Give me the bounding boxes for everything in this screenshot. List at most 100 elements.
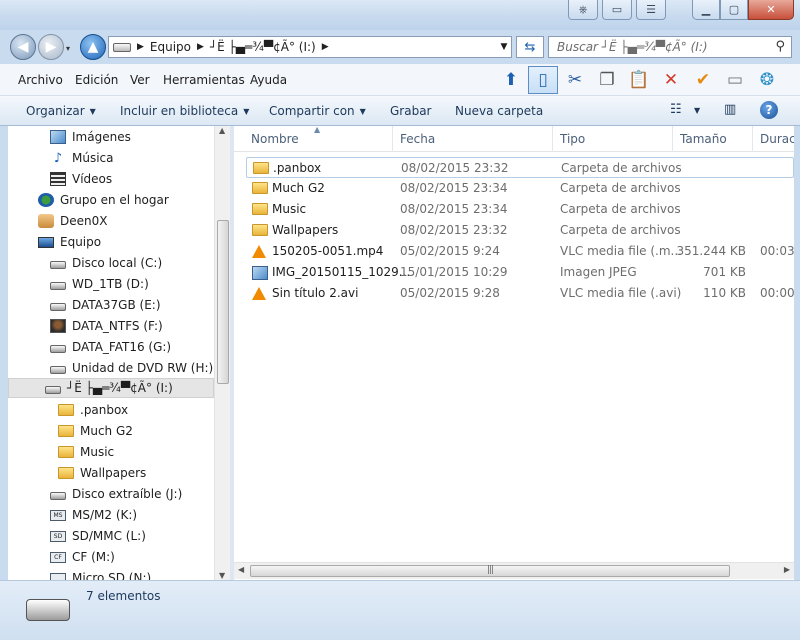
search-input[interactable]: Buscar ┘Ë ├▄═¾▀¢Ã° (I:) ⚲ [548,36,792,58]
nav-item-much-g2[interactable]: Much G2 [58,421,133,441]
nav-item-music-folder[interactable]: Music [58,442,114,462]
file-size: 351.244 KB [676,244,746,258]
column-name[interactable]: Nombre [251,132,299,146]
nav-item-drive-e[interactable]: DATA37GB (E:) [50,295,161,315]
up-button[interactable]: ▲ [80,34,106,60]
drive-photo-icon [50,319,66,333]
drive-icon [50,344,66,353]
nav-item-drive-h[interactable]: Unidad de DVD RW (H:) [50,358,213,378]
column-type[interactable]: Tipo [560,132,585,146]
nav-scroll-thumb[interactable] [217,220,229,384]
breadcrumb-separator-icon[interactable]: ▶ [322,42,329,52]
column-divider[interactable] [752,126,753,152]
menu-archivo[interactable]: Archivo [18,73,63,87]
pin-icon[interactable]: ⎈ [568,0,598,20]
file-type: Carpeta de archivos [560,181,681,195]
nav-item-drive-n[interactable]: Micro SD (N:) [50,568,151,580]
back-button[interactable]: ◀ [10,34,36,60]
refresh-button[interactable]: ⇆ [516,36,544,58]
search-icon[interactable]: ⚲ [775,39,785,54]
table-row[interactable]: Wallpapers 08/02/2015 23:32 Carpeta de a… [246,220,794,241]
maximize-button[interactable]: ▢ [720,0,748,20]
scroll-down-icon[interactable]: ▼ [219,571,225,580]
include-in-library-button[interactable]: Incluir en biblioteca ▼ [120,104,249,118]
nav-item-pictures[interactable]: Imágenes [50,127,131,147]
column-size[interactable]: Tamaño [680,132,727,146]
up-arrow-icon[interactable]: ⬆ [496,66,526,94]
chevron-down-icon[interactable]: ▼ [694,106,700,115]
paste-icon[interactable]: 📋 [624,66,654,94]
nav-item-wallpapers[interactable]: Wallpapers [58,463,146,483]
nav-item-drive-k[interactable]: MS MS/M2 (K:) [50,505,137,525]
forward-button[interactable]: ▶ [38,34,64,60]
table-row[interactable]: Much G2 08/02/2015 23:34 Carpeta de arch… [246,178,794,199]
column-divider[interactable] [392,126,393,152]
address-bar[interactable]: ▶ Equipo ▶ ┘Ë ├▄═¾▀¢Ã° (I:) ▶ [108,36,512,58]
nav-item-homegroup[interactable]: Grupo en el hogar [38,190,169,210]
organize-button[interactable]: Organizar ▼ [26,104,96,118]
nav-item-drive-f[interactable]: DATA_NTFS (F:) [50,316,163,336]
close-button[interactable]: ✕ [748,0,794,20]
recent-pages-dropdown[interactable]: ▾ [66,44,70,53]
menu-ayuda[interactable]: Ayuda [250,73,287,87]
new-folder-button[interactable]: Nueva carpeta [455,104,543,118]
address-dropdown[interactable]: ▼ [496,37,512,57]
table-row[interactable]: Sin título 2.avi 05/02/2015 9:28 VLC med… [246,283,794,304]
nav-item-drive-g[interactable]: DATA_FAT16 (G:) [50,337,171,357]
breadcrumb-separator-icon[interactable]: ▶ [197,42,204,52]
column-divider[interactable] [552,126,553,152]
breadcrumb-root[interactable]: Equipo [150,40,191,54]
scroll-right-icon[interactable]: ▶ [784,565,790,574]
table-row[interactable]: .panbox 08/02/2015 23:32 Carpeta de arch… [246,157,794,178]
breadcrumb-current[interactable]: ┘Ë ├▄═¾▀¢Ã° (I:) [210,40,316,54]
nav-item-user[interactable]: Deen0X [38,211,107,231]
column-date[interactable]: Fecha [400,132,435,146]
cut-icon[interactable]: ✂ [560,66,590,94]
nav-item-music[interactable]: ♪ Música [50,148,114,168]
view-options-icon[interactable]: ☷ [670,102,682,117]
nav-item-videos[interactable]: Vídeos [50,169,112,189]
menu-herramientas[interactable]: Herramientas [163,73,245,87]
column-duration[interactable]: Duraci [760,132,794,146]
nav-item-drive-d[interactable]: WD_1TB (D:) [50,274,149,294]
file-list-horizontal-scrollbar[interactable]: ◀ ||| ▶ [234,562,794,579]
menu-bar: Archivo Edición Ver Herramientas Ayuda ⬆… [0,64,800,96]
checkmark-icon[interactable]: ✔ [688,66,718,94]
nav-item-drive-c[interactable]: Disco local (C:) [50,253,162,273]
help-icon[interactable]: ? [760,101,778,119]
preview-pane-icon[interactable]: ▥ [724,102,736,117]
horizontal-scroll-thumb[interactable]: ||| [250,565,730,577]
nav-item-drive-i[interactable]: ┘Ë ├▄═¾▀¢Ã° (I:) [8,378,214,398]
menu-ver[interactable]: Ver [130,73,150,87]
share-with-button[interactable]: Compartir con ▼ [269,104,366,118]
window-list-icon[interactable]: ☰ [636,0,666,20]
scroll-left-icon[interactable]: ◀ [238,565,244,574]
computer-icon [38,236,54,248]
nav-label: Música [72,151,114,165]
nav-item-computer[interactable]: Equipo [38,232,101,252]
nav-item-drive-j[interactable]: Disco extraíble (J:) [50,484,182,504]
window-switch-icon[interactable]: ▭ [602,0,632,20]
breadcrumb-separator-icon[interactable]: ▶ [137,42,144,52]
table-row[interactable]: 150205-0051.mp4 05/02/2015 9:24 VLC medi… [246,241,794,262]
nav-label: Vídeos [72,172,113,186]
nav-label: Unidad de DVD RW (H:) [72,361,214,375]
copy-icon[interactable]: ❐ [592,66,622,94]
table-row[interactable]: Music 08/02/2015 23:34 Carpeta de archiv… [246,199,794,220]
nav-scrollbar[interactable]: ▲ ▼ [214,126,231,580]
drive-large-icon [26,599,70,621]
title-bar: ⎈ ▭ ☰ ▁ ▢ ✕ [0,0,800,30]
nav-item-drive-m[interactable]: CF CF (M:) [50,547,115,567]
scroll-up-icon[interactable]: ▲ [219,126,225,135]
table-row[interactable]: IMG_20150115_1029... 15/01/2015 10:29 Im… [246,262,794,283]
column-divider[interactable] [672,126,673,152]
menu-edicion[interactable]: Edición [75,73,118,87]
properties-icon[interactable]: ▭ [720,66,750,94]
delete-icon[interactable]: ✕ [656,66,686,94]
shell-icon[interactable]: ❂ [752,66,782,94]
nav-item-panbox[interactable]: .panbox [58,400,128,420]
minimize-button[interactable]: ▁ [692,0,720,20]
burn-button[interactable]: Grabar [390,104,432,118]
navigation-pane-icon[interactable]: ▯ [528,66,558,94]
nav-item-drive-l[interactable]: SD SD/MMC (L:) [50,526,146,546]
